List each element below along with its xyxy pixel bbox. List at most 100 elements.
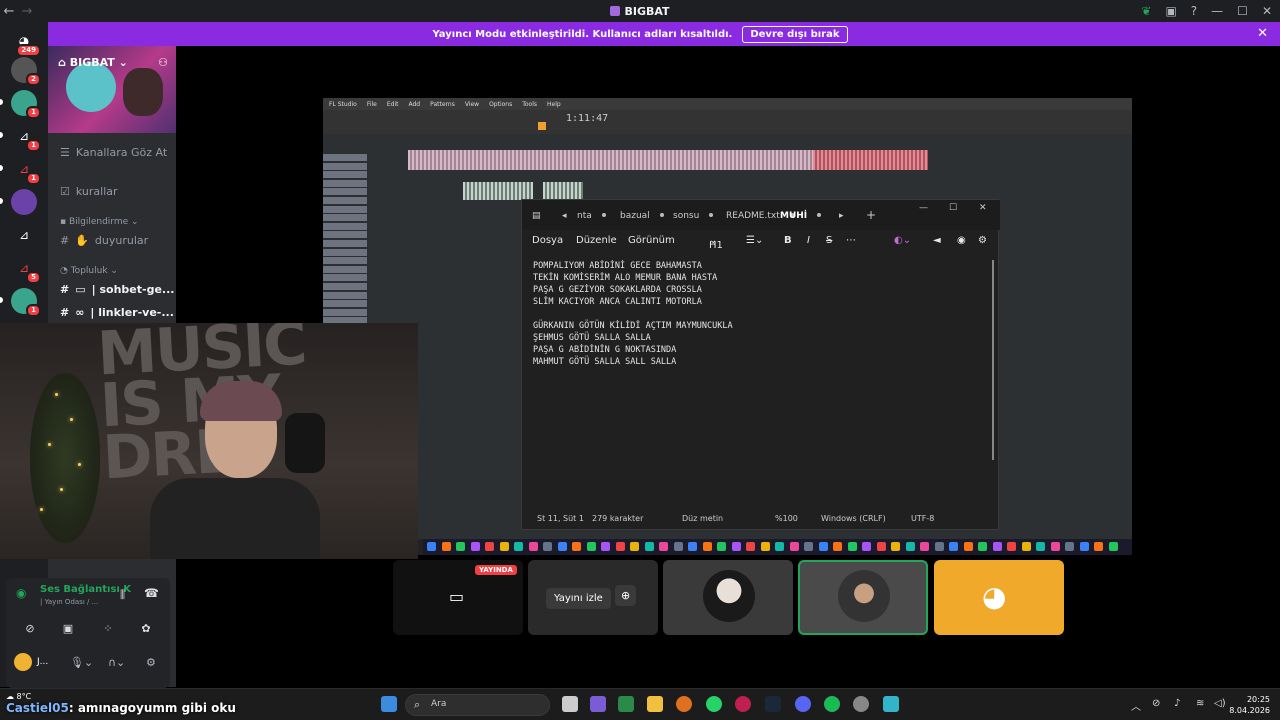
dock-app-icon[interactable] xyxy=(818,542,828,551)
strikethrough-icon[interactable]: S xyxy=(826,235,832,246)
category-topluluk[interactable]: ◔ Topluluk ⌄ xyxy=(60,266,118,276)
dock-app-icon[interactable] xyxy=(978,542,987,551)
watch-stream-button[interactable]: Yayını izle xyxy=(546,588,611,609)
camera-off-icon[interactable]: ⊘ xyxy=(16,618,44,638)
back-icon[interactable]: ← xyxy=(0,4,18,19)
np-close-icon[interactable]: ✕ xyxy=(979,203,987,213)
maximize-button[interactable]: ☐ xyxy=(1237,4,1248,18)
start-icon[interactable] xyxy=(381,696,397,712)
activities-icon[interactable]: ⁘ xyxy=(94,618,122,638)
dock-app-icon[interactable] xyxy=(499,542,509,551)
steam-icon[interactable] xyxy=(765,696,781,712)
more-icon[interactable]: ⋯ xyxy=(846,235,856,246)
participant-tile[interactable] xyxy=(663,560,793,635)
dock-app-icon[interactable] xyxy=(1007,542,1016,551)
dock-app-icon[interactable] xyxy=(1021,542,1031,551)
dock-app-icon[interactable] xyxy=(934,542,944,551)
dock-app-icon[interactable] xyxy=(543,542,552,551)
disable-streamer-mode-button[interactable]: Devre dışı bırak xyxy=(742,25,848,43)
list-icon[interactable]: ☰⌄ xyxy=(746,235,763,246)
server-banner[interactable]: ⌂ BIGBAT ⌄ ⚇ xyxy=(48,46,176,133)
spotify-icon[interactable] xyxy=(824,696,840,712)
wifi-icon[interactable]: ≋ xyxy=(1196,698,1204,709)
mic-icon[interactable]: 🎙⌄ xyxy=(70,656,93,669)
participant-tile-speaking[interactable] xyxy=(798,560,928,635)
tab-sonsu[interactable]: sonsu xyxy=(673,211,714,221)
server-icon[interactable]: 1 xyxy=(11,90,41,119)
italic-icon[interactable]: I xyxy=(807,235,810,246)
dock-app-icon[interactable] xyxy=(601,542,610,551)
disconnect-icon[interactable]: ☎ xyxy=(144,586,159,600)
headphones-icon[interactable]: ∩⌄ xyxy=(108,656,125,669)
fl-track-label[interactable] xyxy=(323,205,367,213)
notepad-taskbar-icon[interactable] xyxy=(883,696,899,712)
dock-app-icon[interactable] xyxy=(456,542,465,551)
copilot-icon[interactable]: ◐⌄ xyxy=(894,235,911,246)
minimize-button[interactable]: — xyxy=(1211,4,1223,18)
settings-icon[interactable]: ⚙ xyxy=(978,235,987,246)
fl-track-label[interactable] xyxy=(323,171,367,179)
dock-app-icon[interactable] xyxy=(441,542,451,551)
discord-taskbar-icon[interactable] xyxy=(795,696,811,712)
inbox-icon[interactable]: ▣ xyxy=(1165,4,1176,18)
account-icon[interactable]: ◉ xyxy=(957,235,966,246)
dock-app-icon[interactable] xyxy=(731,542,741,551)
dock-app-icon[interactable] xyxy=(775,542,784,551)
server-icon[interactable]: 2 xyxy=(11,57,41,86)
copilot-icon[interactable] xyxy=(590,696,606,712)
server-icon[interactable]: 1 xyxy=(11,288,41,317)
fl-track-label[interactable] xyxy=(323,222,367,230)
user-settings-icon[interactable]: ⚙ xyxy=(146,656,156,669)
fl-track-label[interactable] xyxy=(323,265,367,273)
server-icon[interactable]: ⊿ 1 xyxy=(11,156,41,185)
dock-app-icon[interactable] xyxy=(644,542,654,551)
watch-stream-tile[interactable]: Yayını izle ⊕ xyxy=(528,560,658,635)
fl-track-label[interactable] xyxy=(323,274,367,282)
dock-app-icon[interactable] xyxy=(659,542,668,551)
browse-channels[interactable]: ☰ Kanallara Göz At xyxy=(60,146,167,159)
server-icon[interactable]: ⊿ 1 xyxy=(11,123,41,152)
dock-app-icon[interactable] xyxy=(586,542,596,551)
volume-icon[interactable]: ◁) xyxy=(1214,698,1226,709)
invite-icon[interactable]: ⚇ xyxy=(158,56,168,69)
dock-app-icon[interactable] xyxy=(1036,542,1045,551)
weather-widget[interactable]: ☁ 8°C xyxy=(6,692,31,701)
dock-app-icon[interactable] xyxy=(514,542,523,551)
fl-track-label[interactable] xyxy=(323,214,367,222)
dock-app-icon[interactable] xyxy=(963,542,973,551)
dock-app-icon[interactable] xyxy=(557,542,567,551)
fl-track-label[interactable] xyxy=(323,257,367,265)
notepad-content[interactable]: POMPALIYOM ABİDİNİ GECE BAHAMASTA TEKİN K… xyxy=(533,260,988,368)
dock-app-icon[interactable] xyxy=(470,542,480,551)
new-tab-icon[interactable]: + xyxy=(866,208,876,222)
dock-app-icon[interactable] xyxy=(615,542,625,551)
banner-close-icon[interactable]: ✕ xyxy=(1257,26,1268,41)
channel-sohbet[interactable]: # ▭ | sohbet-ge... xyxy=(60,283,174,296)
dock-app-icon[interactable] xyxy=(789,542,799,551)
dock-app-icon[interactable] xyxy=(673,542,683,551)
dock-app-icon[interactable] xyxy=(760,542,770,551)
fl-track-label[interactable] xyxy=(323,231,367,239)
fl-track-label[interactable] xyxy=(323,283,367,290)
channel-linkler[interactable]: # ∞ | linkler-ve-... xyxy=(60,306,174,319)
np-maximize-icon[interactable]: ☐ xyxy=(949,203,957,213)
dock-app-icon[interactable] xyxy=(949,542,958,551)
np-minimize-icon[interactable]: — xyxy=(919,203,928,213)
soundboard-button-icon[interactable]: ✿ xyxy=(132,618,160,638)
fl-track-label[interactable] xyxy=(323,240,367,247)
dock-app-icon[interactable] xyxy=(862,542,871,551)
tab-muhi[interactable]: MUHİ xyxy=(780,211,822,221)
close-window-button[interactable]: ✕ xyxy=(1262,4,1272,18)
dock-app-icon[interactable] xyxy=(1108,542,1118,551)
dock-app-icon[interactable] xyxy=(572,542,581,551)
whatsapp-icon[interactable] xyxy=(706,696,722,712)
dock-app-icon[interactable] xyxy=(1079,542,1089,551)
forward-icon[interactable]: → xyxy=(18,4,36,19)
leaf-icon[interactable]: ❦ xyxy=(1141,4,1151,18)
dock-app-icon[interactable] xyxy=(920,542,929,551)
tray-overflow-icon[interactable]: ︿ xyxy=(1131,698,1141,713)
server-icon[interactable]: ⊿ 5 xyxy=(11,255,41,284)
tab-scroll-right-icon[interactable]: ▸ xyxy=(839,211,844,221)
dock-app-icon[interactable] xyxy=(427,542,436,551)
help-icon[interactable]: ? xyxy=(1191,4,1197,18)
